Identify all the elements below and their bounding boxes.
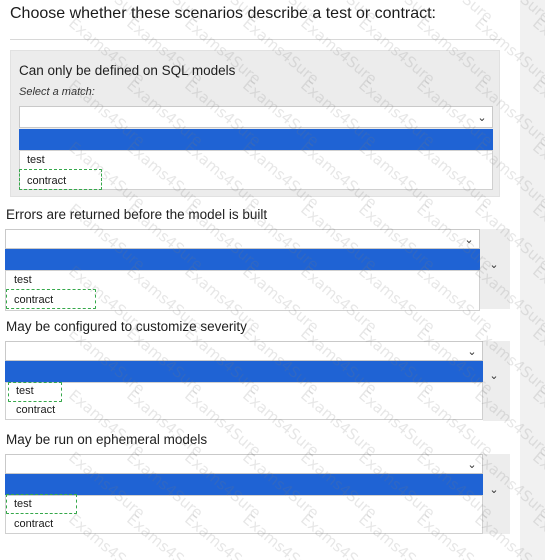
chevron-down-icon[interactable]: ⌄ <box>488 370 500 382</box>
selected-highlight-bar-4 <box>5 474 483 495</box>
answer-highlight-4 <box>6 494 77 514</box>
question-label-1: Can only be defined on SQL models <box>19 63 236 78</box>
selected-highlight-bar-1 <box>19 129 493 151</box>
question-label-4: May be run on ephemeral models <box>6 432 208 447</box>
answer-highlight-1 <box>19 169 102 190</box>
select-dropdown-4[interactable]: ⌄ <box>5 454 483 474</box>
options-list-3 <box>5 382 483 420</box>
option-test-1[interactable]: test <box>27 154 45 166</box>
chevron-down-icon: ⌄ <box>477 112 487 124</box>
divider <box>10 39 500 40</box>
question-label-2: Errors are returned before the model is … <box>6 207 268 222</box>
right-gutter <box>520 0 545 560</box>
option-test-2[interactable]: test <box>14 274 32 286</box>
selected-highlight-bar-3 <box>5 361 483 382</box>
question-panel: Choose whether these scenarios describe … <box>0 0 520 560</box>
answer-highlight-2 <box>6 289 96 309</box>
select-dropdown-2[interactable]: ⌄ <box>5 229 480 249</box>
page-title: Choose whether these scenarios describe … <box>10 5 436 22</box>
option-contract-3[interactable]: contract <box>16 404 55 416</box>
chevron-down-icon: ⌄ <box>467 459 477 471</box>
chevron-down-icon[interactable]: ⌄ <box>488 259 500 271</box>
select-hint: Select a match: <box>19 86 95 98</box>
question-card-1: Can only be defined on SQL models Select… <box>10 50 500 197</box>
chevron-down-icon[interactable]: ⌄ <box>488 484 500 496</box>
question-label-3: May be configured to customize severity <box>6 319 247 334</box>
select-dropdown-3[interactable]: ⌄ <box>5 341 483 361</box>
selected-highlight-bar-2 <box>5 249 480 270</box>
chevron-down-icon: ⌄ <box>464 234 474 246</box>
chevron-down-icon: ⌄ <box>467 346 477 358</box>
select-dropdown-1[interactable]: ⌄ <box>19 106 493 128</box>
option-contract-4[interactable]: contract <box>14 518 53 530</box>
answer-highlight-3 <box>8 382 62 402</box>
